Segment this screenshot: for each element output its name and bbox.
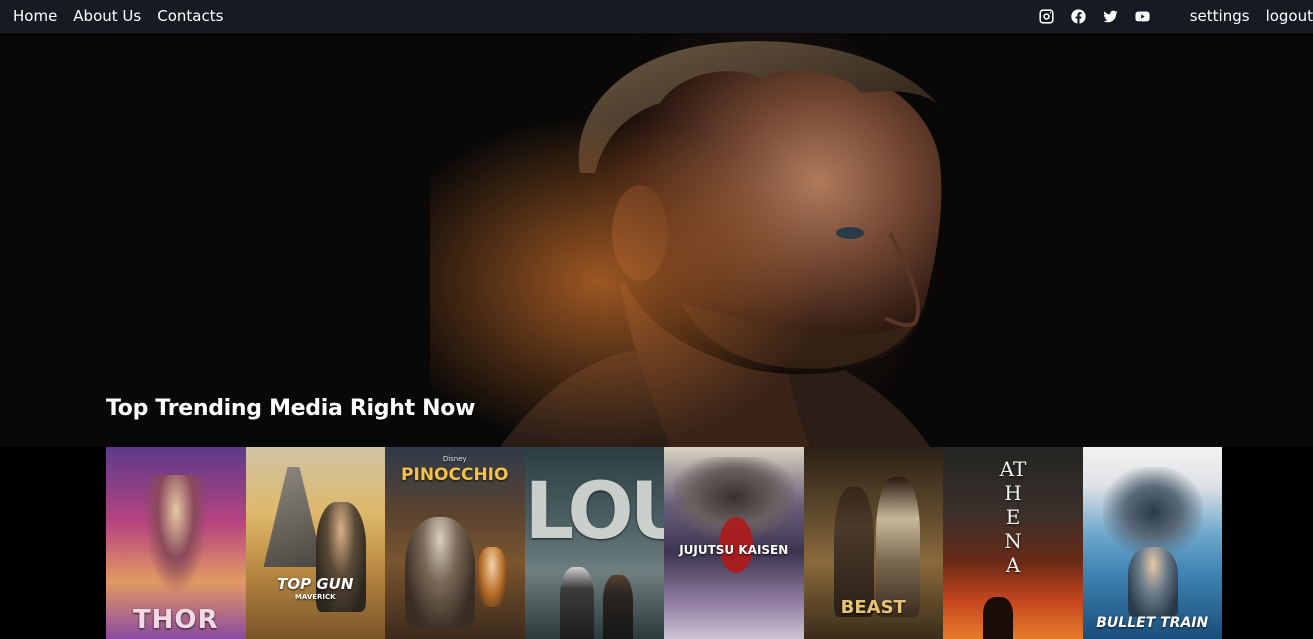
top-navbar: Home About Us Contacts settings logout bbox=[0, 0, 1313, 33]
poster-beast[interactable]: BEAST bbox=[803, 447, 943, 639]
poster-subtitle: MAVERICK bbox=[294, 593, 336, 601]
poster-jujutsu-kaisen[interactable]: JUJUTSU KAISEN bbox=[664, 447, 804, 639]
hero-banner bbox=[0, 33, 1313, 447]
youtube-icon[interactable] bbox=[1134, 8, 1152, 26]
social-links bbox=[1038, 8, 1152, 26]
poster-title: THOR bbox=[132, 605, 219, 635]
nav-links: Home About Us Contacts bbox=[0, 0, 223, 33]
logout-link[interactable]: logout bbox=[1266, 0, 1313, 33]
poster-title: BEAST bbox=[840, 597, 906, 618]
poster-title: LOU bbox=[524, 467, 665, 557]
poster-bullet-train[interactable]: BULLET TRAIN bbox=[1082, 447, 1222, 639]
poster-brand: Disney bbox=[442, 455, 467, 463]
poster-lou[interactable]: LOU bbox=[524, 447, 665, 639]
poster-title: JUJUTSU KAISEN bbox=[679, 543, 789, 557]
twitter-icon[interactable] bbox=[1102, 8, 1120, 26]
poster-pinocchio[interactable]: Disney PINOCCHIO bbox=[385, 447, 525, 639]
poster-carousel: THOR TOP GUN MAVERICK Disney PINOCCHIO L… bbox=[106, 447, 1222, 639]
facebook-icon[interactable] bbox=[1070, 8, 1088, 26]
poster-thor[interactable]: THOR bbox=[106, 447, 246, 639]
section-title: Top Trending Media Right Now bbox=[106, 396, 476, 421]
nav-about-link[interactable]: About Us bbox=[73, 0, 141, 33]
poster-title: BULLET TRAIN bbox=[1096, 615, 1209, 631]
poster-title: ATHENA bbox=[999, 457, 1027, 577]
nav-right-group: settings logout bbox=[1038, 0, 1313, 33]
poster-title: PINOCCHIO bbox=[401, 465, 509, 485]
hero-portrait-image bbox=[430, 33, 990, 447]
poster-top-gun[interactable]: TOP GUN MAVERICK bbox=[245, 447, 385, 639]
poster-title: TOP GUN bbox=[277, 575, 354, 593]
nav-contacts-link[interactable]: Contacts bbox=[157, 0, 223, 33]
instagram-icon[interactable] bbox=[1038, 8, 1056, 26]
poster-athena[interactable]: ATHENA bbox=[943, 447, 1083, 639]
settings-link[interactable]: settings bbox=[1190, 0, 1250, 33]
nav-home-link[interactable]: Home bbox=[13, 0, 57, 33]
